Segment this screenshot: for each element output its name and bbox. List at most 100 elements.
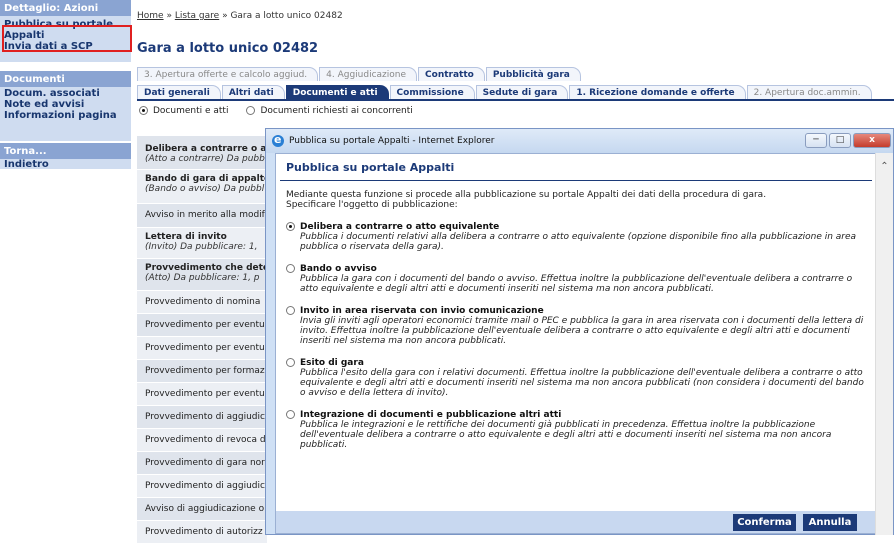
radio-unchecked-icon[interactable]: [286, 306, 295, 315]
option-esito[interactable]: Esito di gara Pubblica l'esito della gar…: [276, 346, 876, 398]
option-description: Pubblica i documenti relativi alla delib…: [300, 232, 857, 252]
list-item[interactable]: Avviso in merito alla modif: [137, 204, 267, 228]
sidebar-item-note-avvisi[interactable]: Note ed avvisi: [0, 99, 131, 110]
option-invito[interactable]: Invito in area riservata con invio comun…: [276, 294, 876, 346]
list-item[interactable]: Provvedimento per eventu: [137, 314, 267, 337]
list-item-title: Provvedimento di gara nor: [145, 458, 265, 468]
radio-documenti-richiesti[interactable]: Documenti richiesti ai concorrenti: [246, 106, 413, 116]
option-integrazione[interactable]: Integrazione di documenti e pubblicazion…: [276, 398, 876, 450]
intro-text: Mediante questa funzione si procede alla…: [286, 190, 767, 200]
option-title: Invito in area riservata con invio comun…: [300, 306, 544, 316]
list-item[interactable]: Delibera a contrarre o a (Atto a contrarr…: [137, 136, 267, 170]
list-item[interactable]: Provvedimento di revoca d: [137, 429, 267, 452]
list-item-subtitle: (Bando o avviso) Da pubbl: [145, 184, 265, 194]
internet-explorer-icon: [272, 133, 284, 147]
sidebar-item-docum-associati[interactable]: Docum. associati: [0, 88, 131, 99]
list-item[interactable]: Provvedimento di aggiudic: [137, 475, 267, 498]
tab-contratto[interactable]: Contratto: [418, 67, 485, 81]
tab-documenti-atti[interactable]: Documenti e atti: [285, 85, 389, 99]
radio-unchecked-icon[interactable]: [246, 106, 256, 115]
sidebar: Dettaglio: Azioni Pubblica su portale Ap…: [0, 0, 132, 535]
list-item[interactable]: Provvedimento per eventu: [137, 383, 267, 406]
popup-footer: Conferma Annulla: [276, 511, 876, 533]
radio-unchecked-icon[interactable]: [286, 358, 295, 367]
breadcrumb-lista-gare-link[interactable]: Lista gare: [175, 11, 219, 21]
selection-highlight: [2, 25, 132, 52]
minimize-button[interactable]: ─: [805, 133, 827, 148]
breadcrumb: Home » Lista gare » Gara a lotto unico 0…: [137, 11, 343, 21]
list-item[interactable]: Provvedimento di aggiudic: [137, 406, 267, 429]
sidebar-docs-section: Documenti Docum. associati Note ed avvis…: [0, 71, 131, 141]
popup-title: Pubblica su portale Appalti: [280, 154, 872, 181]
list-item-title: Provvedimento per eventu: [145, 320, 265, 330]
list-item[interactable]: Provvedimento che dete (Atto) Da pubblica…: [137, 259, 267, 291]
option-title: Integrazione di documenti e pubblicazion…: [300, 410, 562, 420]
list-item[interactable]: Lettera di invito (Invito) Da pubblicare:…: [137, 228, 267, 259]
page-title: Gara a lotto unico 02482: [137, 41, 319, 56]
radio-unchecked-icon[interactable]: [286, 264, 295, 273]
tab-apertura-doc-ammin[interactable]: 2. Apertura doc.ammin.: [746, 85, 872, 99]
option-bando[interactable]: Bando o avviso Pubblica la gara con i do…: [276, 252, 876, 294]
tab-pubblicita-gara[interactable]: Pubblicità gara: [485, 67, 581, 81]
list-item-title: Provvedimento di nomina: [145, 297, 261, 307]
option-title: Delibera a contrarre o atto equivalente: [300, 222, 500, 232]
list-item-title: Provvedimento per eventu: [145, 389, 265, 399]
sidebar-header-torna: Torna...: [0, 143, 131, 159]
list-item[interactable]: Provvedimento di nomina: [137, 291, 267, 314]
tab-commissione[interactable]: Commissione: [389, 85, 475, 99]
option-description: Invia gli inviti agli operatori economic…: [300, 316, 864, 346]
breadcrumb-current: Gara a lotto unico 02482: [230, 11, 343, 21]
list-item[interactable]: Provvedimento per eventu: [137, 337, 267, 360]
list-item[interactable]: Bando di gara di appalto (Bando o avviso)…: [137, 170, 267, 204]
tabs-row-phases: 3. Apertura offerte e calcolo aggiud. 4.…: [137, 67, 582, 81]
sidebar-item-indietro[interactable]: Indietro: [0, 159, 131, 170]
list-item[interactable]: Provvedimento per formaz: [137, 360, 267, 383]
list-item-title: Delibera a contrarre o a: [145, 144, 267, 154]
option-description: Pubblica la gara con i documenti del ban…: [300, 274, 853, 294]
popup-body: Pubblica su portale Appalti Mediante que…: [275, 153, 877, 534]
popup-window-title: Pubblica su portale Appalti - Internet E…: [289, 136, 495, 146]
list-item-title: Provvedimento per formaz: [145, 366, 265, 376]
radio-checked-icon[interactable]: [139, 106, 148, 115]
breadcrumb-home-link[interactable]: Home: [137, 11, 164, 21]
tab-ricezione-domande[interactable]: 1. Ricezione domande e offerte: [569, 85, 746, 99]
list-item[interactable]: Avviso di aggiudicazione o: [137, 498, 267, 521]
radio-unchecked-icon[interactable]: [286, 410, 295, 419]
tab-apertura-offerte[interactable]: 3. Apertura offerte e calcolo aggiud.: [137, 67, 319, 81]
popup-intro: Mediante questa funzione si procede alla…: [276, 181, 876, 210]
breadcrumb-separator: »: [163, 11, 175, 21]
doc-type-radio-group: Documenti e atti Documenti richiesti ai …: [139, 106, 413, 116]
list-item-title: Provvedimento per eventu: [145, 343, 265, 353]
radio-documenti-atti[interactable]: Documenti e atti: [139, 106, 228, 116]
cancel-button[interactable]: Annulla: [803, 514, 857, 531]
confirm-button[interactable]: Conferma: [733, 514, 796, 531]
tab-dati-generali[interactable]: Dati generali: [137, 85, 221, 99]
close-button[interactable]: x: [853, 133, 891, 148]
list-item-title: Lettera di invito: [145, 232, 227, 242]
option-delibera[interactable]: Delibera a contrarre o atto equivalente …: [276, 210, 876, 252]
publish-popup-window: Pubblica su portale Appalti - Internet E…: [265, 128, 894, 535]
list-item-title: Avviso di aggiudicazione o: [145, 504, 265, 514]
sidebar-back-section: Torna... Indietro: [0, 143, 131, 170]
sidebar-item-info-pagina[interactable]: Informazioni pagina: [0, 110, 131, 121]
breadcrumb-separator: »: [219, 11, 231, 21]
list-item[interactable]: Provvedimento di autorizz: [137, 521, 267, 544]
tabs-row-main: Dati generali Altri dati Documenti e att…: [137, 85, 894, 99]
scroll-up-icon[interactable]: ⌃: [876, 161, 893, 172]
tab-altri-dati[interactable]: Altri dati: [221, 85, 285, 99]
radio-label: Documenti richiesti ai concorrenti: [260, 106, 413, 116]
window-controls: ─ □ x: [805, 133, 891, 148]
radio-checked-icon[interactable]: [286, 222, 295, 231]
vertical-scrollbar[interactable]: ⌃: [875, 153, 893, 535]
list-item-title: Avviso in merito alla modif: [145, 210, 265, 220]
tab-sedute-gara[interactable]: Sedute di gara: [475, 85, 569, 99]
popup-titlebar[interactable]: Pubblica su portale Appalti - Internet E…: [266, 129, 893, 153]
tab-aggiudicazione[interactable]: 4. Aggiudicazione: [319, 67, 418, 81]
documents-list: Delibera a contrarre o a (Atto a contrarr…: [137, 136, 267, 544]
list-item-title: Provvedimento di aggiudic: [145, 412, 265, 422]
tabs-divider: [137, 99, 894, 101]
list-item-title: Provvedimento di aggiudic: [145, 481, 265, 491]
list-item[interactable]: Provvedimento di gara nor: [137, 452, 267, 475]
maximize-button[interactable]: □: [829, 133, 851, 148]
list-item-title: Provvedimento di autorizz: [145, 527, 263, 537]
